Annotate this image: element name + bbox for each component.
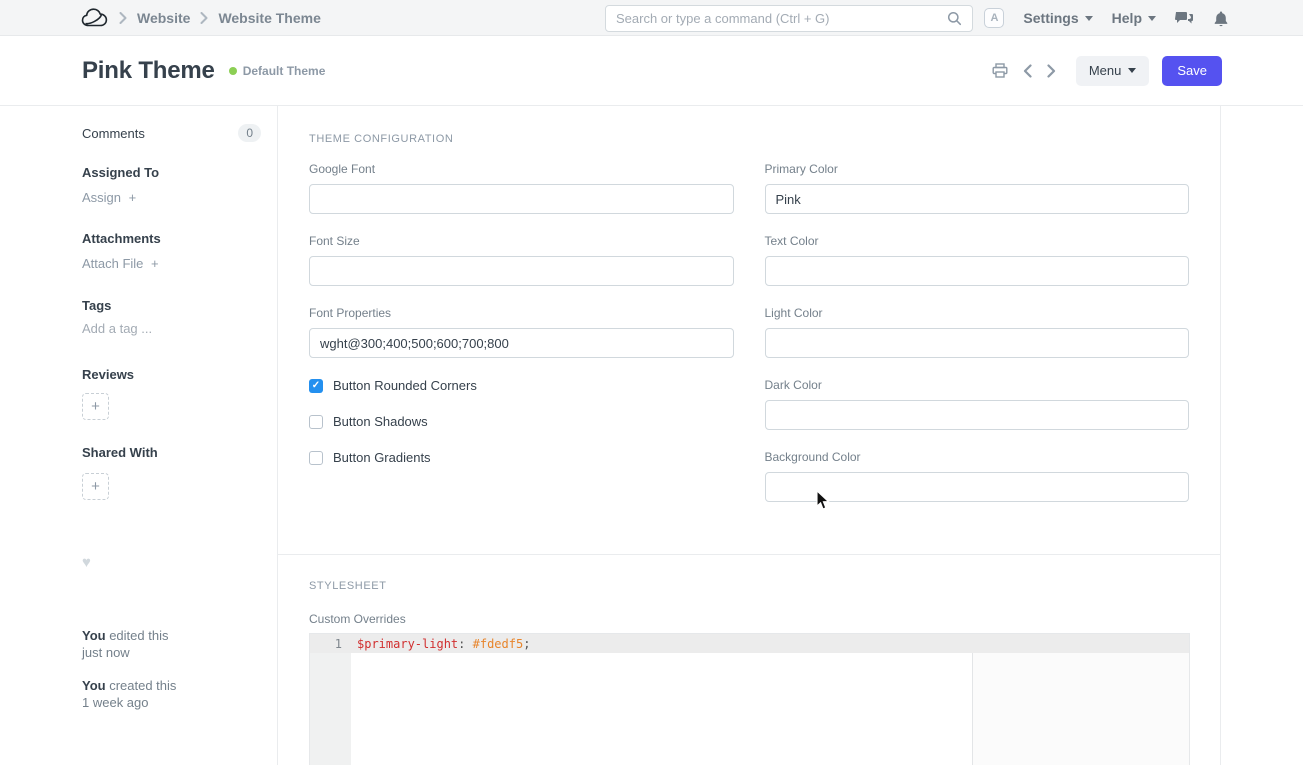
save-button[interactable]: Save [1162, 56, 1222, 86]
plus-icon: + [129, 190, 137, 205]
primary-color-input[interactable] [765, 184, 1190, 214]
settings-label: Settings [1023, 10, 1078, 26]
text-color-field: Text Color [765, 234, 1190, 286]
menu-button[interactable]: Menu [1076, 56, 1150, 86]
primary-color-field: Primary Color [765, 162, 1190, 214]
edited-info: You edited this just now [82, 627, 261, 661]
chevron-down-icon [1148, 16, 1156, 21]
status-badge: Default Theme [243, 64, 326, 78]
right-margin [1221, 106, 1303, 765]
code-editor-body [310, 653, 1189, 765]
add-tag-input[interactable]: Add a tag ... [82, 321, 261, 336]
page-actions: Menu Save [989, 56, 1222, 86]
font-properties-input[interactable] [309, 328, 734, 358]
button-shadows-row: ✓ Button Shadows [309, 414, 734, 429]
breadcrumb-website[interactable]: Website [137, 10, 190, 26]
chevron-right-icon [119, 12, 127, 24]
text-color-input[interactable] [765, 256, 1190, 286]
next-record-chevron-right-icon[interactable] [1044, 61, 1059, 81]
search-icon [947, 11, 962, 26]
breadcrumb: Website Website Theme [0, 7, 321, 28]
google-font-field: Google Font [309, 162, 734, 214]
user-avatar[interactable]: A [984, 8, 1004, 28]
code-line: $primary-light: #fdedf5; [351, 635, 530, 653]
check-icon: ✓ [312, 381, 320, 391]
print-icon[interactable] [989, 60, 1011, 81]
status-indicator-dot [229, 67, 237, 75]
dark-color-input[interactable] [765, 400, 1190, 430]
theme-configuration-section: THEME CONFIGURATION Google Font Font Siz… [278, 106, 1220, 522]
background-color-field: Background Color [765, 450, 1190, 502]
search-input[interactable] [616, 11, 947, 26]
chevron-down-icon [1085, 16, 1093, 21]
comments-label: Comments [82, 126, 145, 141]
custom-overrides-label: Custom Overrides [309, 612, 1189, 626]
button-gradients-checkbox[interactable]: ✓ [309, 451, 323, 465]
google-font-input[interactable] [309, 184, 734, 214]
dark-color-field: Dark Color [765, 378, 1190, 430]
light-color-input[interactable] [765, 328, 1190, 358]
font-size-input[interactable] [309, 256, 734, 286]
app-window: Website Website Theme A Settings Help [0, 0, 1303, 765]
button-gradients-row: ✓ Button Gradients [309, 450, 734, 465]
section-title: THEME CONFIGURATION [309, 133, 1189, 145]
add-share-button[interactable]: + [82, 473, 109, 500]
button-shadows-checkbox[interactable]: ✓ [309, 415, 323, 429]
stylesheet-section: STYLESHEET Custom Overrides 1 $primary-l… [278, 554, 1220, 765]
reviews-heading: Reviews [82, 367, 261, 382]
button-rounded-corners-row: ✓ Button Rounded Corners [309, 378, 734, 393]
help-label: Help [1112, 10, 1142, 26]
shared-with-heading: Shared With [82, 445, 261, 460]
notifications-bell-icon[interactable] [1213, 10, 1229, 27]
form-column-right: Primary Color Text Color Light Color [765, 162, 1190, 522]
menu-button-label: Menu [1089, 63, 1122, 78]
add-review-button[interactable]: + [82, 393, 109, 420]
light-color-field: Light Color [765, 306, 1190, 358]
line-number: 1 [310, 635, 351, 653]
font-properties-field: Font Properties [309, 306, 734, 358]
help-dropdown[interactable]: Help [1112, 10, 1156, 26]
font-size-field: Font Size [309, 234, 734, 286]
section-title: STYLESHEET [309, 580, 1189, 592]
created-info: You created this 1 week ago [82, 677, 261, 711]
like-heart-icon[interactable]: ♥ [82, 554, 261, 571]
tags-heading: Tags [82, 298, 261, 313]
global-search [605, 5, 973, 32]
app-logo-cloud-icon[interactable] [80, 7, 109, 28]
settings-dropdown[interactable]: Settings [1023, 10, 1092, 26]
comments-row[interactable]: Comments 0 [82, 124, 261, 142]
plus-icon: + [151, 256, 159, 271]
assigned-to-heading: Assigned To [82, 165, 261, 180]
code-editor-gutter [310, 653, 351, 765]
chat-icon[interactable] [1175, 10, 1194, 26]
top-navbar: Website Website Theme A Settings Help [0, 0, 1303, 36]
form-column-left: Google Font Font Size Font Properties [309, 162, 734, 522]
background-color-input[interactable] [765, 472, 1190, 502]
plus-icon: + [91, 478, 100, 495]
page-title: Pink Theme [82, 57, 215, 85]
button-rounded-corners-checkbox[interactable]: ✓ [309, 379, 323, 393]
attachments-heading: Attachments [82, 231, 261, 246]
navbar-right-cluster: A Settings Help [984, 0, 1229, 36]
code-editor[interactable]: 1 $primary-light: #fdedf5; [309, 633, 1190, 765]
page-header: Pink Theme Default Theme Menu [0, 36, 1303, 106]
print-margin-ruler [972, 653, 973, 765]
breadcrumb-website-theme[interactable]: Website Theme [218, 10, 320, 26]
code-editor-active-line: 1 $primary-light: #fdedf5; [310, 634, 1189, 653]
prev-record-chevron-left-icon[interactable] [1020, 61, 1035, 81]
form-body: THEME CONFIGURATION Google Font Font Siz… [278, 106, 1221, 765]
attach-file-link[interactable]: Attach File + [82, 256, 261, 271]
comments-count-badge: 0 [238, 124, 261, 142]
chevron-right-icon [200, 12, 208, 24]
plus-icon: + [91, 398, 100, 415]
chevron-down-icon [1128, 68, 1136, 73]
assign-link[interactable]: Assign + [82, 190, 261, 205]
form-sidebar: Comments 0 Assigned To Assign + Attachme… [0, 106, 278, 765]
